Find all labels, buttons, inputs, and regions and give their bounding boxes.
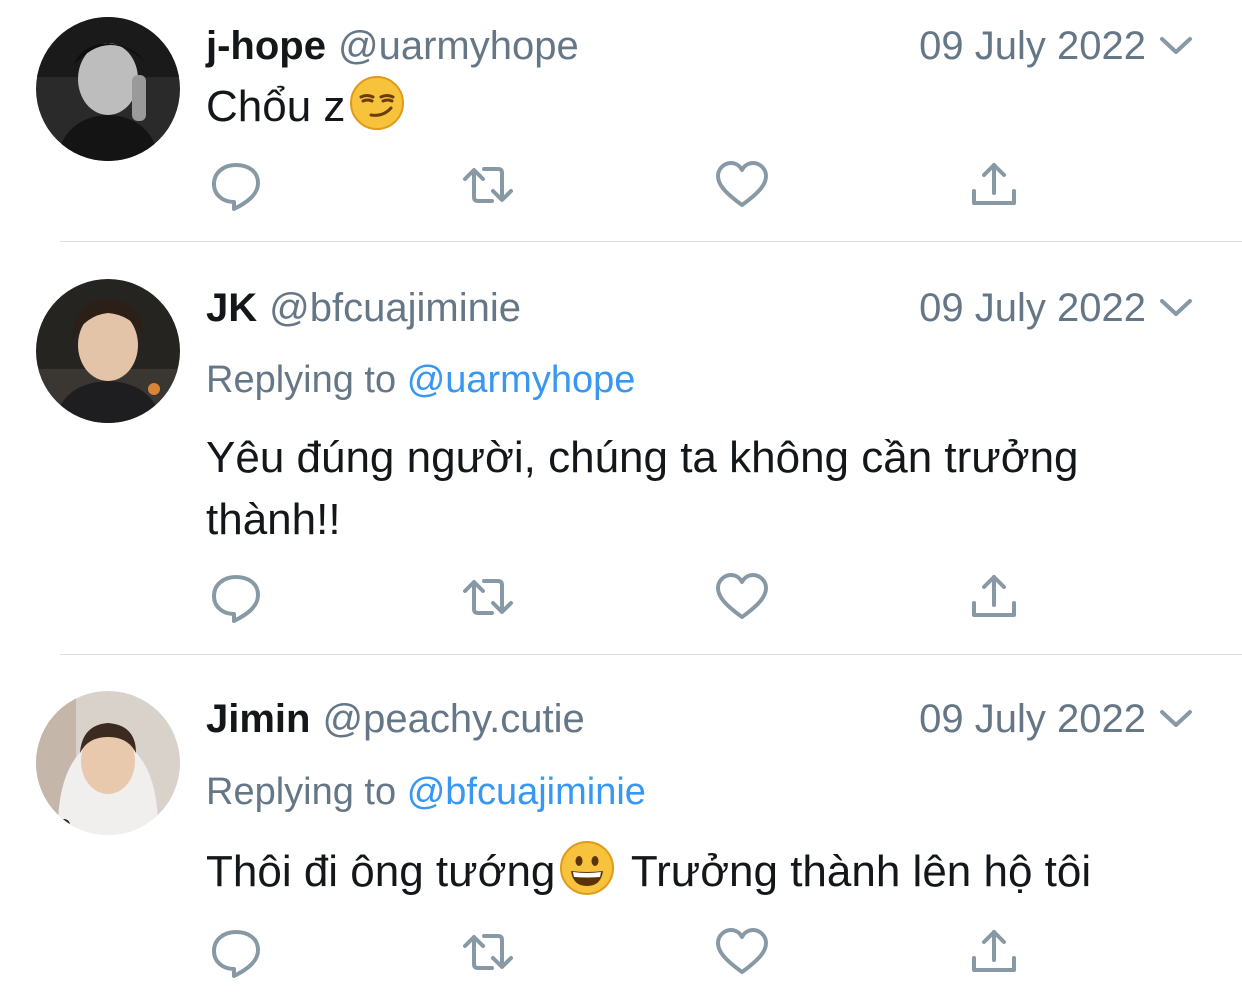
user-handle[interactable]: @bfcuajiminie	[269, 286, 521, 330]
tweet-actions	[206, 157, 1036, 213]
tweet-text-part: Trưởng thành lên hộ tôi	[619, 847, 1092, 896]
tweet-1[interactable]: j-hope @uarmyhope 09 July 2022 Chổu z	[0, 0, 1242, 241]
heart-icon[interactable]	[714, 569, 770, 625]
tweet-date: 09 July 2022	[919, 24, 1146, 68]
avatar[interactable]	[36, 17, 180, 161]
tweet-text: Thôi đi ông tướng Trưởng thành lên hộ tô…	[206, 840, 1196, 903]
tweet-text: Yêu đúng người, chúng ta không cần trưởn…	[206, 433, 1079, 544]
retweet-icon[interactable]	[460, 569, 516, 625]
grinning-face-emoji-icon	[560, 841, 615, 895]
retweet-icon[interactable]	[460, 924, 516, 980]
reply-icon[interactable]	[208, 924, 264, 980]
chevron-down-icon[interactable]	[1158, 30, 1194, 60]
smirking-face-emoji-icon	[350, 76, 405, 130]
share-icon[interactable]	[966, 924, 1022, 980]
replying-to-label: Replying to	[206, 359, 397, 401]
heart-icon[interactable]	[714, 157, 770, 213]
tweet-date: 09 July 2022	[919, 697, 1146, 741]
display-name[interactable]: Jimin	[206, 697, 310, 741]
display-name[interactable]: j-hope	[206, 24, 326, 68]
tweet-text-part: Thôi đi ông tướng	[206, 847, 556, 896]
heart-icon[interactable]	[714, 924, 770, 980]
chevron-down-icon[interactable]	[1158, 292, 1194, 322]
tweet-text-part: Chổu z	[206, 82, 346, 131]
user-handle[interactable]: @peachy.cutie	[322, 697, 584, 741]
tweet-actions	[206, 569, 1036, 625]
tweet-text: Chổu z	[206, 75, 1196, 138]
replying-to-label: Replying to	[206, 771, 397, 813]
mention-link[interactable]: @uarmyhope	[407, 359, 636, 401]
replying-to: Replying to @uarmyhope	[206, 357, 635, 403]
avatar-photo-jhope	[36, 17, 180, 161]
mention-link[interactable]: @bfcuajiminie	[407, 771, 646, 813]
avatar-photo-jk	[36, 279, 180, 423]
avatar-photo-jimin	[36, 691, 180, 835]
avatar[interactable]	[36, 279, 180, 423]
share-icon[interactable]	[966, 569, 1022, 625]
chevron-down-icon[interactable]	[1158, 703, 1194, 733]
tweet-date: 09 July 2022	[919, 286, 1146, 330]
display-name[interactable]: JK	[206, 286, 257, 330]
replying-to: Replying to @bfcuajiminie	[206, 769, 646, 815]
tweet-3[interactable]: Jimin @peachy.cutie 09 July 2022 Replying…	[0, 655, 1242, 999]
retweet-icon[interactable]	[460, 157, 516, 213]
tweet-actions	[206, 924, 1036, 980]
reply-icon[interactable]	[208, 157, 264, 213]
share-icon[interactable]	[966, 157, 1022, 213]
user-handle[interactable]: @uarmyhope	[338, 24, 579, 68]
tweet-2[interactable]: JK @bfcuajiminie 09 July 2022 Replying to…	[0, 242, 1242, 654]
reply-icon[interactable]	[208, 569, 264, 625]
avatar[interactable]	[36, 691, 180, 835]
